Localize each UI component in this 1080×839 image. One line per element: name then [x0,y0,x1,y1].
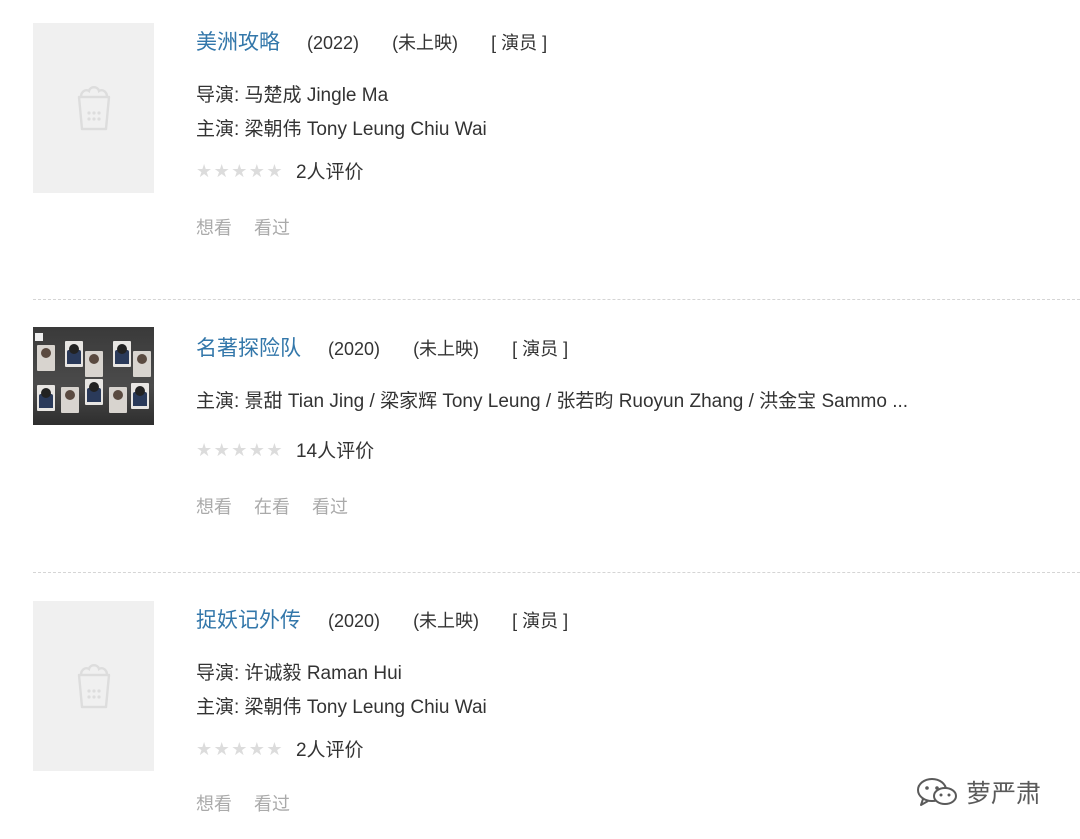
want-to-watch-link[interactable]: 想看 [196,794,232,814]
watched-link[interactable]: 看过 [312,497,348,517]
watching-link[interactable]: 在看 [254,497,290,517]
popcorn-placeholder-icon [77,664,110,709]
wechat-icon [917,778,957,806]
popcorn-placeholder-icon [77,86,110,131]
movie-list-page: 美洲攻略 (2022) (未上映) [ 演员 ] 导演: 马楚成 Jingle … [0,0,1080,839]
action-links: 想看 看过 [196,790,596,816]
poster-placeholder[interactable] [33,601,154,771]
action-links: 想看 看过 [196,214,575,240]
movie-year: (2020) [328,339,381,359]
movie-title-link[interactable]: 捉妖记外传 [196,609,301,632]
release-status: (未上映) [413,339,480,359]
role-tag: [ 演员 ] [512,339,569,359]
release-status: (未上映) [413,611,480,631]
divider [33,572,1080,573]
role-tag: [ 演员 ] [491,33,548,53]
rating-row: ★ ★ ★ ★ ★ 2人评价 [196,735,596,762]
movie-title-link[interactable]: 名著探险队 [196,337,301,360]
release-status: (未上映) [392,33,459,53]
rating-stars: ★ ★ ★ ★ ★ [196,738,283,759]
rating-count: 2人评价 [295,740,364,761]
action-links: 想看 在看 看过 [196,493,908,519]
want-to-watch-link[interactable]: 想看 [196,497,232,517]
watermark-text: 萝严肃 [966,780,1042,808]
rating-count: 14人评价 [295,441,375,462]
cast-line: 主演: 梁朝伟 Tony Leung Chiu Wai [196,119,487,140]
rating-row: ★ ★ ★ ★ ★ 2人评价 [196,157,575,184]
cast-line: 主演: 梁朝伟 Tony Leung Chiu Wai [196,697,487,718]
director-line: 导演: 马楚成 Jingle Ma [196,85,389,106]
poster-placeholder[interactable] [33,23,154,193]
movie-year: (2020) [328,611,381,631]
watermark: 萝严肃 [916,774,1041,810]
want-to-watch-link[interactable]: 想看 [196,218,232,238]
rating-row: ★ ★ ★ ★ ★ 14人评价 [196,436,908,463]
rating-stars: ★ ★ ★ ★ ★ [196,439,283,460]
poster-image[interactable] [33,327,154,425]
watched-link[interactable]: 看过 [254,218,290,238]
cast-line: 主演: 景甜 Tian Jing / 梁家辉 Tony Leung / 张若昀 … [196,391,909,412]
divider [33,299,1080,300]
rating-stars: ★ ★ ★ ★ ★ [196,160,283,181]
movie-year: (2022) [307,33,360,53]
rating-count: 2人评价 [295,162,364,183]
role-tag: [ 演员 ] [512,611,569,631]
director-line: 导演: 许诚毅 Raman Hui [196,663,402,684]
watched-link[interactable]: 看过 [254,794,290,814]
movie-title-link[interactable]: 美洲攻略 [196,31,280,54]
